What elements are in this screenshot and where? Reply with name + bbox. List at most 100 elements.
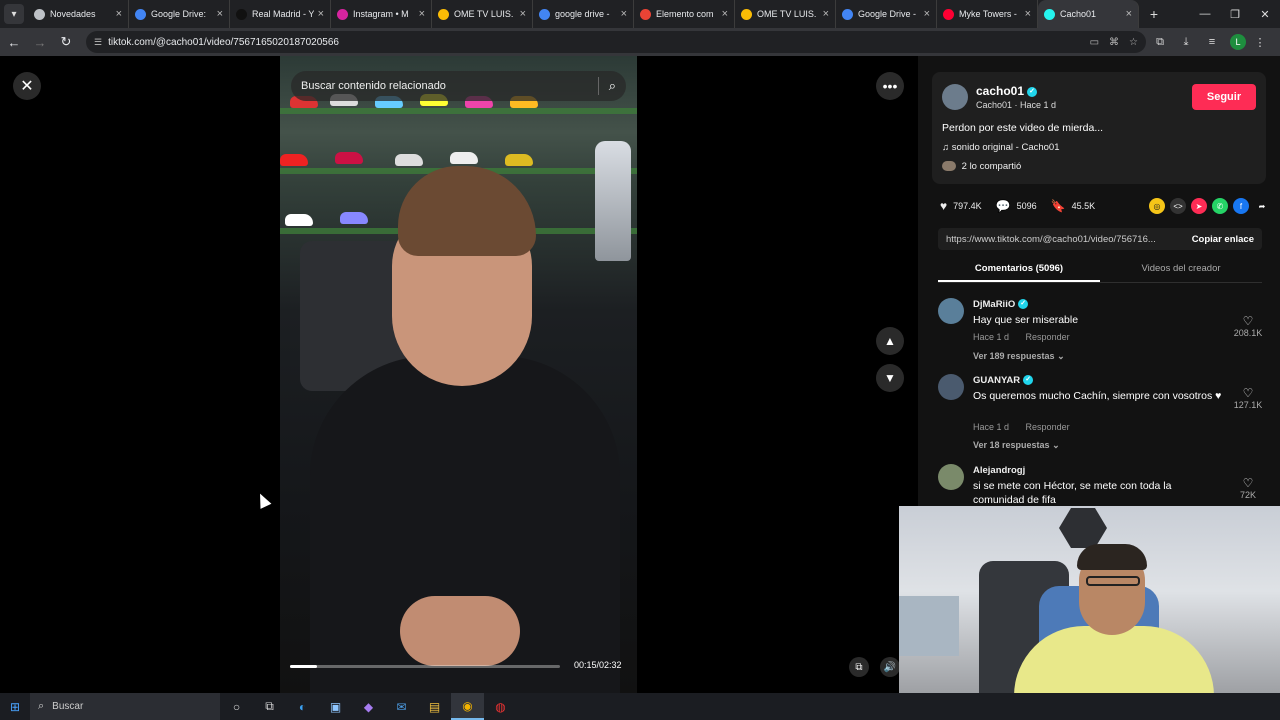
heart-outline-icon[interactable]: ♡ xyxy=(1228,386,1268,400)
browser-tab[interactable]: Instagram • M × xyxy=(331,0,432,28)
comment-like[interactable]: ♡ 208.1K xyxy=(1228,314,1268,338)
commenter-avatar[interactable] xyxy=(938,464,964,490)
bookmark-star-icon[interactable]: ☆ xyxy=(1129,37,1138,48)
heart-icon[interactable]: ♥ xyxy=(940,199,947,213)
tab-close-icon[interactable]: × xyxy=(520,8,526,20)
heart-outline-icon[interactable]: ♡ xyxy=(1228,476,1268,490)
cortana-icon[interactable]: ○ xyxy=(220,693,253,720)
floating-player-icon[interactable]: ⧉ xyxy=(849,657,869,677)
tab-close-icon[interactable]: × xyxy=(722,8,728,20)
author-name-row[interactable]: cacho01 ✓ xyxy=(976,84,1038,98)
restore-icon[interactable]: ❐ xyxy=(1220,8,1250,21)
browser-tab[interactable]: Cacho01 × xyxy=(1038,0,1139,28)
tab-close-icon[interactable]: × xyxy=(1025,8,1031,20)
share-arrow-icon[interactable]: ➦ xyxy=(1254,198,1270,214)
browser-tab[interactable]: Real Madrid - Y × xyxy=(230,0,331,28)
share-link-url[interactable]: https://www.tiktok.com/@cacho01/video/75… xyxy=(946,234,1182,245)
tab-close-icon[interactable]: × xyxy=(318,8,324,20)
browser-tab[interactable]: OME TV LUIS. × xyxy=(735,0,836,28)
site-info-icon[interactable]: ☰ xyxy=(94,37,102,48)
bookmark-icon[interactable]: 🔖 xyxy=(1051,199,1066,213)
back-icon[interactable]: ← xyxy=(2,35,26,50)
comment-like[interactable]: ♡ 72K xyxy=(1228,476,1268,500)
tab-comments[interactable]: Comentarios (5096) xyxy=(938,259,1100,282)
tab-close-icon[interactable]: × xyxy=(621,8,627,20)
volume-icon[interactable]: 🔊 xyxy=(880,657,900,677)
video-player[interactable]: Buscar contenido relacionado ⌕ 00:15/02:… xyxy=(280,56,637,693)
comment-action[interactable]: 💬 5096 xyxy=(996,199,1037,213)
reply-button[interactable]: Responder xyxy=(1026,332,1070,342)
tab-close-icon[interactable]: × xyxy=(116,8,122,20)
browser-tab[interactable]: google drive - × xyxy=(533,0,634,28)
tab-close-icon[interactable]: × xyxy=(419,8,425,20)
author-name[interactable]: cacho01 xyxy=(976,84,1024,98)
taskbar-search[interactable]: ⌕ Buscar xyxy=(30,693,220,720)
edge-icon[interactable]: ◐ xyxy=(286,693,319,720)
browser-tab[interactable]: OME TV LUIS. × xyxy=(432,0,533,28)
media-icon[interactable]: ≡ xyxy=(1200,36,1224,48)
browser-tab[interactable]: Novedades × xyxy=(28,0,129,28)
store-icon[interactable]: ▣ xyxy=(319,693,352,720)
tab-search-button[interactable]: ▾ xyxy=(4,4,24,24)
close-window-icon[interactable]: ✕ xyxy=(1250,8,1280,21)
comment-like[interactable]: ♡ 127.1K xyxy=(1228,386,1268,410)
outlook-icon[interactable]: ✉ xyxy=(385,693,418,720)
commenter-avatar[interactable] xyxy=(938,298,964,324)
commenter-name[interactable]: GUANYAR xyxy=(973,375,1020,386)
minimize-icon[interactable]: — xyxy=(1190,8,1220,21)
browser-tab[interactable]: Google Drive - × xyxy=(836,0,937,28)
windows-start-icon[interactable]: ⊞ xyxy=(0,700,30,714)
tab-creator-videos[interactable]: Videos del creador xyxy=(1100,259,1262,282)
new-tab-button[interactable]: + xyxy=(1143,6,1165,22)
browser-tab[interactable]: Google Drive: × xyxy=(129,0,230,28)
menu-icon[interactable]: ⋮ xyxy=(1248,36,1272,49)
view-replies-label[interactable]: Ver 18 respuestas xyxy=(973,440,1050,450)
related-search-bar[interactable]: Buscar contenido relacionado ⌕ xyxy=(291,71,626,101)
commenter-name-row[interactable]: DjMaRiiO ✓ xyxy=(973,299,1029,310)
coin-icon[interactable]: ◎ xyxy=(1149,198,1165,214)
translate-icon[interactable]: ⌘ xyxy=(1109,37,1119,48)
comment-icon[interactable]: 💬 xyxy=(996,199,1011,213)
view-replies-button[interactable]: Ver 18 respuestas ⌄ xyxy=(973,440,1060,451)
facebook-icon[interactable]: f xyxy=(1233,198,1249,214)
copy-link-button[interactable]: Copiar enlace xyxy=(1192,234,1254,245)
visual-studio-icon[interactable]: ◆ xyxy=(352,693,385,720)
browser-tab[interactable]: Myke Towers - × xyxy=(937,0,1038,28)
reload-icon[interactable]: ↻ xyxy=(54,34,78,50)
address-bar[interactable]: ☰ tiktok.com/@cacho01/video/756716502018… xyxy=(86,31,1146,53)
file-explorer-icon[interactable]: ▤ xyxy=(418,693,451,720)
like-action[interactable]: ♥ 797.4K xyxy=(940,199,982,213)
tab-close-icon[interactable]: × xyxy=(1126,8,1132,20)
author-avatar[interactable] xyxy=(942,84,968,110)
embed-icon[interactable]: <> xyxy=(1170,198,1186,214)
more-options-icon[interactable]: ••• xyxy=(876,72,904,100)
forward-icon[interactable]: → xyxy=(28,35,52,50)
install-icon[interactable]: ▭ xyxy=(1090,37,1099,48)
download-icon[interactable]: ⤓ xyxy=(1174,36,1198,49)
heart-outline-icon[interactable]: ♡ xyxy=(1228,314,1268,328)
next-video-icon[interactable]: ▼ xyxy=(876,364,904,392)
music-row[interactable]: ♫ sonido original - Cacho01 xyxy=(942,142,1060,153)
commenter-name[interactable]: DjMaRiiO xyxy=(973,299,1015,310)
profile-avatar[interactable]: L xyxy=(1230,34,1246,50)
commenter-avatar[interactable] xyxy=(938,374,964,400)
commenter-name[interactable]: Alejandrogj xyxy=(973,465,1025,476)
task-view-icon[interactable]: ⧉ xyxy=(253,693,286,720)
tab-close-icon[interactable]: × xyxy=(823,8,829,20)
browser-tab[interactable]: Elemento com × xyxy=(634,0,735,28)
follow-button[interactable]: Seguir xyxy=(1192,84,1256,110)
shared-row[interactable]: 2 lo compartió xyxy=(942,161,1021,172)
tab-close-icon[interactable]: × xyxy=(217,8,223,20)
chrome-icon[interactable]: ◉ xyxy=(451,693,484,720)
whatsapp-icon[interactable]: ✆ xyxy=(1212,198,1228,214)
search-icon[interactable]: ⌕ xyxy=(609,78,616,94)
previous-video-icon[interactable]: ▲ xyxy=(876,327,904,355)
tab-close-icon[interactable]: × xyxy=(924,8,930,20)
commenter-name-row[interactable]: GUANYAR ✓ xyxy=(973,375,1034,386)
music-title[interactable]: sonido original - Cacho01 xyxy=(952,142,1060,153)
view-replies-button[interactable]: Ver 189 respuestas ⌄ xyxy=(973,351,1065,362)
close-icon[interactable]: ✕ xyxy=(13,72,41,100)
view-replies-label[interactable]: Ver 189 respuestas xyxy=(973,351,1055,361)
obs-icon[interactable]: ◍ xyxy=(484,693,517,720)
save-action[interactable]: 🔖 45.5K xyxy=(1051,199,1095,213)
